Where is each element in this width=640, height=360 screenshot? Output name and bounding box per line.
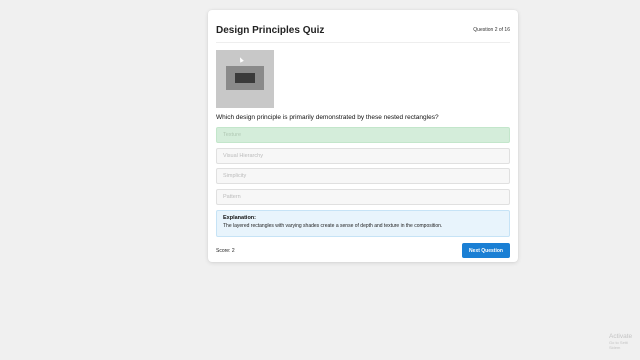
answer-option-label: Visual Hierarchy: [223, 152, 263, 159]
page: Design Principles Quiz Question 2 of 16 …: [0, 0, 640, 360]
mouse-cursor-icon: [238, 56, 244, 63]
explanation-box: Explanation: The layered rectangles with…: [216, 209, 510, 237]
inner-rectangle: [235, 73, 255, 83]
watermark-line-3: Sidem: [609, 345, 621, 350]
quiz-title: Design Principles Quiz: [216, 24, 325, 36]
answer-option-texture[interactable]: Texture: [216, 127, 510, 143]
score-text: Score: 2: [216, 247, 235, 254]
answer-option-label: Simplicity: [223, 173, 247, 179]
explanation-title: Explanation:: [223, 214, 257, 221]
answer-option-visual-hierarchy[interactable]: Visual Hierarchy: [216, 147, 510, 164]
answer-options: Texture Visual Hierarchy Simplicity Patt…: [216, 127, 510, 205]
activation-watermark: Activate Go to Setti Sidem: [609, 333, 632, 350]
quiz-card: Design Principles Quiz Question 2 of 16 …: [208, 10, 518, 262]
watermark-line-1: Activate: [609, 333, 633, 340]
answer-option-label: Pattern: [223, 193, 241, 200]
answer-option-pattern[interactable]: Pattern: [216, 188, 510, 205]
next-question-button[interactable]: Next Question: [462, 243, 510, 258]
answer-option-simplicity[interactable]: Simplicity: [216, 168, 510, 184]
answer-option-label: Texture: [223, 132, 242, 138]
outer-rectangle: [226, 66, 264, 90]
question-text: Which design principle is primarily demo…: [216, 114, 439, 121]
question-counter: Question 2 of 16: [473, 27, 510, 33]
quiz-footer: Score: 2 Next Question: [216, 243, 510, 259]
quiz-header: Design Principles Quiz Question 2 of 16: [216, 18, 510, 43]
explanation-text: The layered rectangles with varying shad…: [223, 222, 443, 229]
question-image: [216, 50, 274, 108]
